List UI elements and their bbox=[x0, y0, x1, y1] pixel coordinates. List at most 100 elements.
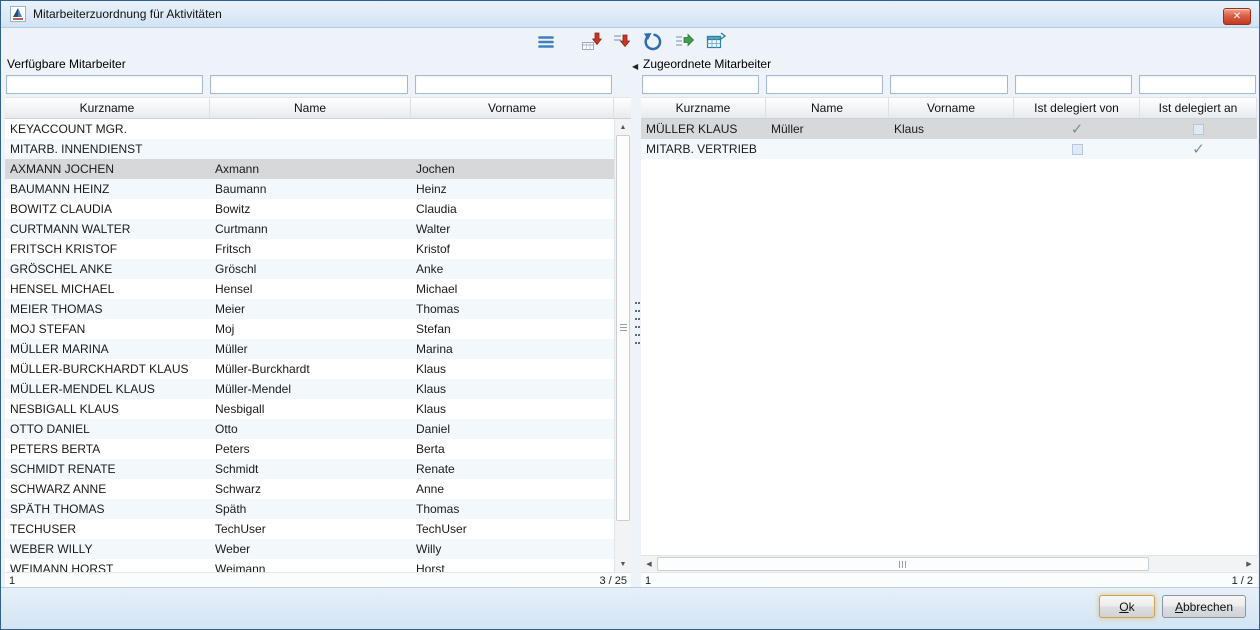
filter-delegiert-von-input[interactable] bbox=[1015, 75, 1132, 94]
delegiert-an-checkbox-unchecked[interactable] bbox=[1193, 124, 1204, 135]
column-header-name[interactable]: Name bbox=[766, 98, 889, 118]
table-row[interactable]: BOWITZ CLAUDIABowitzClaudia bbox=[5, 199, 614, 219]
table-row[interactable]: SPÄTH THOMASSpäthThomas bbox=[5, 499, 614, 519]
right-table-header: Kurzname Name Vorname Ist delegiert von … bbox=[641, 97, 1257, 119]
cell: Fritsch bbox=[210, 239, 411, 259]
cell: Klaus bbox=[411, 399, 614, 419]
delegiert-von-checkbox-unchecked[interactable] bbox=[1072, 144, 1083, 155]
cell: Claudia bbox=[411, 199, 614, 219]
cell: SPÄTH THOMAS bbox=[5, 499, 210, 519]
table-row[interactable]: MÜLLER MARINAMüllerMarina bbox=[5, 339, 614, 359]
column-header-vorname[interactable]: Vorname bbox=[889, 98, 1014, 118]
table-row[interactable]: PETERS BERTAPetersBerta bbox=[5, 439, 614, 459]
filter-vorname-input-right[interactable] bbox=[890, 75, 1007, 94]
filter-name-input-right[interactable] bbox=[766, 75, 883, 94]
scroll-down-button[interactable]: ▼ bbox=[615, 556, 631, 572]
right-filter-row bbox=[641, 73, 1257, 97]
table-row[interactable]: SCHMIDT RENATESchmidtRenate bbox=[5, 459, 614, 479]
cell: Anne bbox=[411, 479, 614, 499]
left-table-header: Kurzname Name Vorname bbox=[5, 97, 631, 119]
left-vertical-scrollbar[interactable]: ▲ ▼ bbox=[614, 119, 631, 572]
table-row[interactable]: KEYACCOUNT MGR. bbox=[5, 119, 614, 139]
button-label: k bbox=[1129, 600, 1135, 614]
table-row[interactable]: OTTO DANIELOttoDaniel bbox=[5, 419, 614, 439]
table-row[interactable]: MITARB. VERTRIEB✓ bbox=[641, 139, 1257, 159]
panel-splitter[interactable]: ◀ bbox=[632, 57, 639, 588]
cell: Moj bbox=[210, 319, 411, 339]
scrollbar-thumb[interactable] bbox=[616, 135, 630, 521]
undo-button[interactable] bbox=[640, 30, 666, 54]
table-row[interactable]: WEIMANN HORSTWeimannHorst bbox=[5, 559, 614, 572]
remove-button[interactable] bbox=[671, 30, 697, 54]
table-row[interactable]: NESBIGALL KLAUSNesbigallKlaus bbox=[5, 399, 614, 419]
list-icon bbox=[535, 31, 557, 53]
scroll-up-button[interactable]: ▲ bbox=[615, 119, 631, 135]
remove-all-button[interactable] bbox=[702, 30, 728, 54]
right-panel-title: Zugeordnete Mitarbeiter bbox=[643, 57, 771, 73]
column-header-ist-delegiert-von[interactable]: Ist delegiert von bbox=[1014, 98, 1140, 118]
table-row[interactable]: SCHWARZ ANNESchwarzAnne bbox=[5, 479, 614, 499]
cell: Stefan bbox=[411, 319, 614, 339]
table-row[interactable]: GRÖSCHEL ANKEGröschlAnke bbox=[5, 259, 614, 279]
table-row[interactable]: MOJ STEFANMojStefan bbox=[5, 319, 614, 339]
column-header-kurzname[interactable]: Kurzname bbox=[641, 98, 766, 118]
table-row[interactable]: BAUMANN HEINZBaumannHeinz bbox=[5, 179, 614, 199]
delegiert-von-checkbox-checked[interactable]: ✓ bbox=[1071, 122, 1084, 137]
assign-all-button[interactable] bbox=[578, 30, 604, 54]
cell: Weber bbox=[210, 539, 411, 559]
cell: Schmidt bbox=[210, 459, 411, 479]
cell: MEIER THOMAS bbox=[5, 299, 210, 319]
cell bbox=[411, 119, 614, 139]
delegiert-an-checkbox-checked[interactable]: ✓ bbox=[1192, 142, 1205, 157]
cell: HENSEL MICHAEL bbox=[5, 279, 210, 299]
cell: WEBER WILLY bbox=[5, 539, 210, 559]
cell: SCHWARZ ANNE bbox=[5, 479, 210, 499]
table-row[interactable]: MEIER THOMASMeierThomas bbox=[5, 299, 614, 319]
scrollbar-grip bbox=[899, 561, 907, 568]
column-header-ist-delegiert-an[interactable]: Ist delegiert an bbox=[1140, 98, 1257, 118]
cell: Weimann bbox=[210, 559, 411, 572]
table-row[interactable]: AXMANN JOCHENAxmannJochen bbox=[5, 159, 614, 179]
cell: BAUMANN HEINZ bbox=[5, 179, 210, 199]
button-label: A bbox=[1175, 600, 1183, 614]
table-row[interactable]: TECHUSERTechUserTechUser bbox=[5, 519, 614, 539]
close-button[interactable]: ✕ bbox=[1223, 8, 1251, 25]
table-row[interactable]: MITARB. INNENDIENST bbox=[5, 139, 614, 159]
list-view-button[interactable] bbox=[533, 30, 559, 54]
right-horizontal-scrollbar[interactable]: ◀ ▶ bbox=[641, 555, 1257, 572]
cell: Heinz bbox=[411, 179, 614, 199]
table-row[interactable]: WEBER WILLYWeberWilly bbox=[5, 539, 614, 559]
table-row[interactable]: FRITSCH KRISTOFFritschKristof bbox=[5, 239, 614, 259]
scroll-right-icon: ▶ bbox=[1246, 560, 1251, 568]
splitter-collapse-icon[interactable]: ◀ bbox=[632, 63, 638, 71]
available-employees-panel: Verfügbare Mitarbeiter Kurzname Name Vor… bbox=[5, 57, 631, 588]
right-status-bar: 1 1 / 2 bbox=[641, 572, 1257, 588]
filter-vorname-input[interactable] bbox=[415, 75, 612, 94]
assign-button[interactable] bbox=[609, 30, 635, 54]
table-row[interactable]: MÜLLER-MENDEL KLAUSMüller-MendelKlaus bbox=[5, 379, 614, 399]
table-row[interactable]: MÜLLER-BURCKHARDT KLAUSMüller-Burckhardt… bbox=[5, 359, 614, 379]
cell: TECHUSER bbox=[5, 519, 210, 539]
cancel-button[interactable]: Abbrechen bbox=[1162, 595, 1246, 618]
table-row[interactable]: HENSEL MICHAELHenselMichael bbox=[5, 279, 614, 299]
filter-name-input[interactable] bbox=[210, 75, 407, 94]
table-row[interactable]: CURTMANN WALTERCurtmannWalter bbox=[5, 219, 614, 239]
titlebar[interactable]: Mitarbeiterzuordnung für Aktivitäten ✕ bbox=[1, 1, 1259, 28]
button-label: O bbox=[1119, 600, 1128, 614]
column-header-vorname[interactable]: Vorname bbox=[411, 98, 614, 118]
column-header-kurzname[interactable]: Kurzname bbox=[5, 98, 210, 118]
filter-kurzname-input-right[interactable] bbox=[642, 75, 759, 94]
column-header-name[interactable]: Name bbox=[210, 98, 411, 118]
scroll-right-button[interactable]: ▶ bbox=[1241, 556, 1257, 572]
filter-kurzname-input[interactable] bbox=[6, 75, 203, 94]
cell: Klaus bbox=[889, 119, 1014, 139]
filter-delegiert-an-input[interactable] bbox=[1139, 75, 1256, 94]
toolbar bbox=[1, 28, 1259, 56]
scrollbar-thumb[interactable] bbox=[657, 557, 1149, 571]
scroll-left-button[interactable]: ◀ bbox=[641, 556, 657, 572]
left-panel-title: Verfügbare Mitarbeiter bbox=[7, 57, 126, 73]
table-row[interactable]: MÜLLER KLAUSMüllerKlaus✓ bbox=[641, 119, 1257, 139]
ok-button[interactable]: Ok bbox=[1099, 595, 1155, 618]
cell bbox=[411, 139, 614, 159]
cell: Bowitz bbox=[210, 199, 411, 219]
